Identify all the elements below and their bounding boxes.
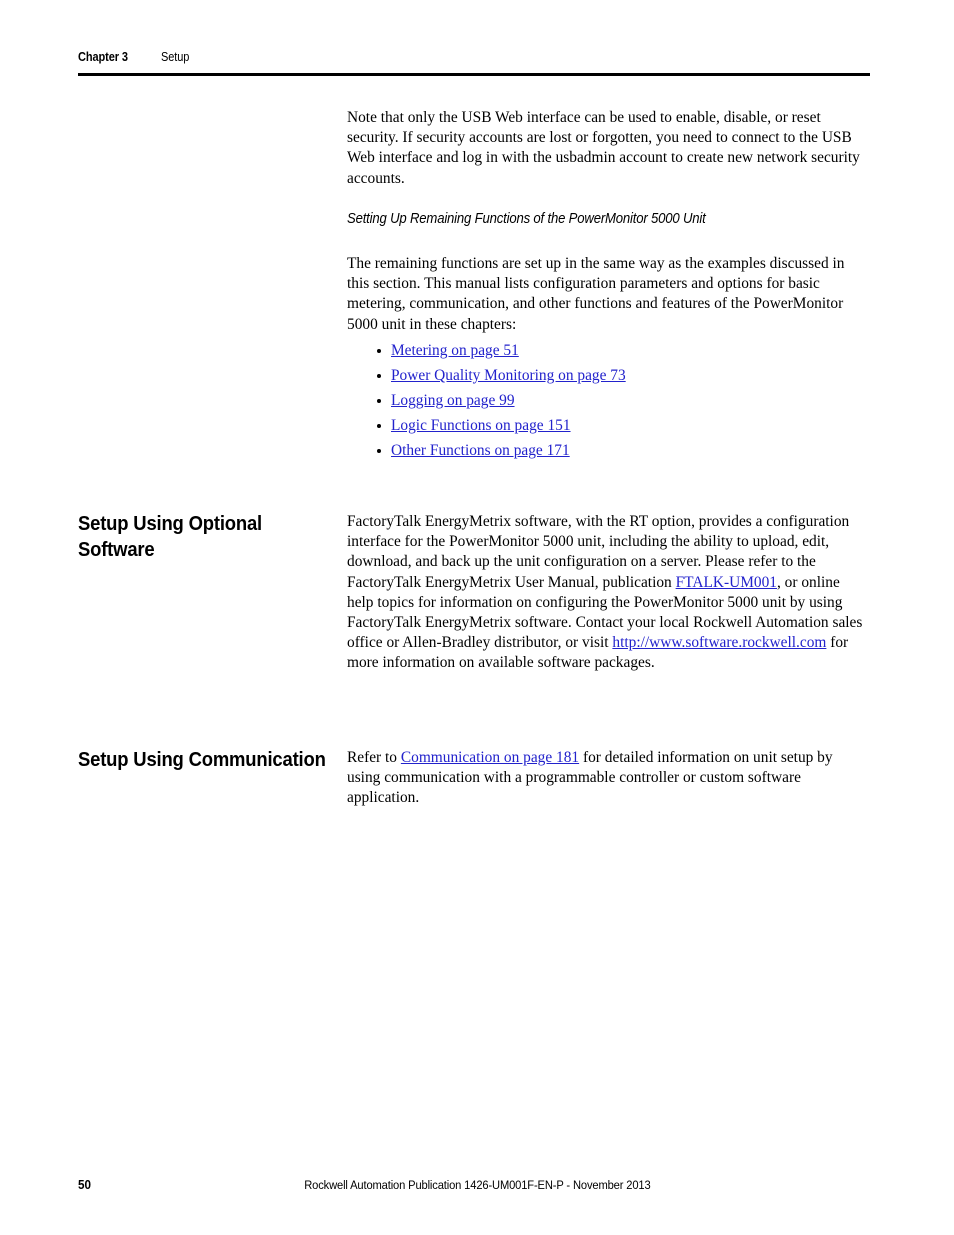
list-item: Logic Functions on page 151 (347, 413, 867, 438)
xref-link-other-functions[interactable]: Other Functions on page 171 (391, 442, 570, 459)
xref-link-logging[interactable]: Logging on page 99 (391, 392, 515, 409)
xref-link-metering[interactable]: Metering on page 51 (391, 342, 519, 359)
bullet-icon (377, 373, 381, 378)
communication-paragraph: Refer to Communication on page 181 for d… (347, 748, 867, 809)
communication-text-1: Refer to (347, 749, 401, 766)
list-item: Metering on page 51 (347, 338, 867, 363)
bullet-icon (377, 348, 381, 353)
list-item: Power Quality Monitoring on page 73 (347, 363, 867, 388)
communication-body-block: Refer to Communication on page 181 for d… (347, 748, 867, 809)
list-item: Other Functions on page 171 (347, 438, 867, 463)
footer-publication-text: Rockwell Automation Publication 1426-UM0… (303, 1178, 651, 1192)
running-header: Chapter 3 Setup (78, 50, 193, 64)
xref-list: Metering on page 51 Power Quality Monito… (347, 338, 867, 463)
section-heading-optional-software: Setup Using Optional Software (78, 512, 262, 561)
xref-link-logic-functions[interactable]: Logic Functions on page 151 (391, 417, 571, 434)
header-divider-rule (78, 73, 870, 76)
bullet-icon (377, 448, 381, 453)
bullet-icon (377, 423, 381, 428)
section-heading-communication: Setup Using Communication (78, 748, 326, 771)
xref-list-block: Metering on page 51 Power Quality Monito… (347, 338, 867, 463)
list-item: Logging on page 99 (347, 388, 867, 413)
chapter-title: Setup (160, 50, 190, 64)
section-subheading: Setting Up Remaining Functions of the Po… (347, 211, 706, 227)
remaining-functions-block: The remaining functions are set up in th… (347, 254, 867, 335)
xref-link-communication[interactable]: Communication on page 181 (401, 749, 579, 766)
xref-link-power-quality-monitoring[interactable]: Power Quality Monitoring on page 73 (391, 367, 626, 384)
remaining-functions-paragraph: The remaining functions are set up in th… (347, 255, 845, 333)
external-link-rockwell-software[interactable]: http://www.software.rockwell.com (612, 634, 826, 651)
intro-block: Note that only the USB Web interface can… (347, 108, 867, 189)
optional-software-paragraph: FactoryTalk EnergyMetrix software, with … (347, 512, 867, 674)
section-heading-communication-block: Setup Using Communication (78, 747, 336, 773)
section-heading-optional-software-block: Setup Using Optional Software (78, 511, 336, 563)
publication-link-ftalk-um001[interactable]: FTALK-UM001 (676, 574, 777, 591)
intro-paragraph: Note that only the USB Web interface can… (347, 109, 860, 187)
chapter-label: Chapter 3 (78, 50, 128, 64)
bullet-icon (377, 398, 381, 403)
footer-publication: Rockwell Automation Publication 1426-UM0… (0, 1178, 954, 1192)
optional-software-body-block: FactoryTalk EnergyMetrix software, with … (347, 512, 867, 674)
subheading-block: Setting Up Remaining Functions of the Po… (347, 211, 867, 227)
document-page: Chapter 3 Setup Note that only the USB W… (0, 0, 954, 1235)
